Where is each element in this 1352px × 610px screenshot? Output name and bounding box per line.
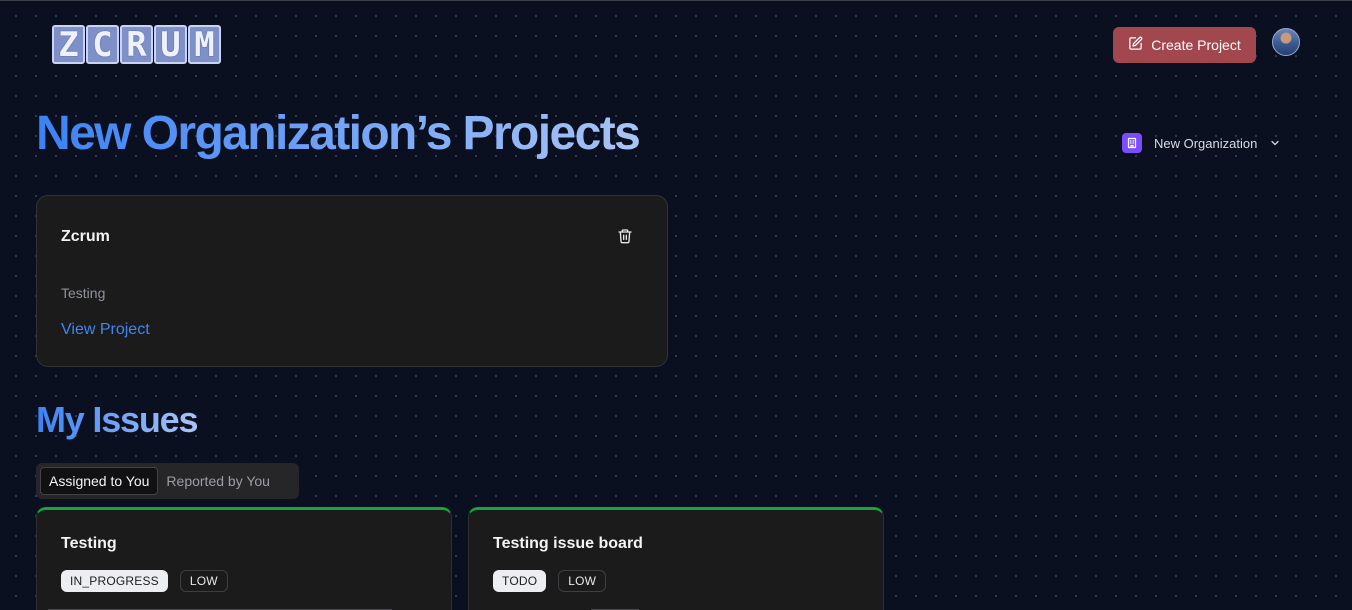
view-project-link[interactable]: View Project <box>61 321 150 339</box>
building-icon <box>1122 133 1142 153</box>
tab-assigned-to-you[interactable]: Assigned to You <box>40 467 159 495</box>
logo-letter: C <box>86 25 119 64</box>
issue-title: Testing <box>61 535 117 552</box>
trash-icon[interactable] <box>617 227 633 245</box>
issue-badges: TODO LOW <box>493 570 607 592</box>
chevron-down-icon <box>1269 137 1281 149</box>
create-project-label: Create Project <box>1151 37 1241 53</box>
priority-badge: LOW <box>558 570 607 592</box>
user-avatar-icon[interactable] <box>1272 28 1300 56</box>
issue-badges: IN_PROGRESS LOW <box>61 570 228 592</box>
project-name: Zcrum <box>61 228 110 245</box>
logo-letter: U <box>154 25 187 64</box>
pencil-square-icon <box>1128 36 1143 54</box>
issue-card[interactable]: Testing IN_PROGRESS LOW <box>36 507 452 610</box>
zcrum-logo[interactable]: Z C R U M <box>52 25 221 64</box>
tab-reported-by-you[interactable]: Reported by You <box>158 467 278 495</box>
issues-tab-list: Assigned to You Reported by You <box>36 463 299 499</box>
window-top-border <box>0 0 1352 1</box>
page-title: New Organization’s Projects <box>36 107 641 160</box>
status-badge: TODO <box>493 570 547 592</box>
issue-card[interactable]: Testing issue board TODO LOW <box>468 507 884 610</box>
create-project-button[interactable]: Create Project <box>1113 27 1256 63</box>
logo-letter: M <box>188 25 221 64</box>
issue-title: Testing issue board <box>493 535 643 552</box>
project-card: Zcrum Testing View Project <box>36 195 668 367</box>
project-description: Testing <box>61 285 106 301</box>
logo-letter: R <box>120 25 153 64</box>
priority-badge: LOW <box>179 570 228 592</box>
my-issues-title: My Issues <box>36 399 198 440</box>
organization-switcher[interactable]: New Organization <box>1122 133 1281 153</box>
organization-name: New Organization <box>1154 135 1258 151</box>
logo-letter: Z <box>52 25 85 64</box>
status-badge: IN_PROGRESS <box>61 570 168 592</box>
